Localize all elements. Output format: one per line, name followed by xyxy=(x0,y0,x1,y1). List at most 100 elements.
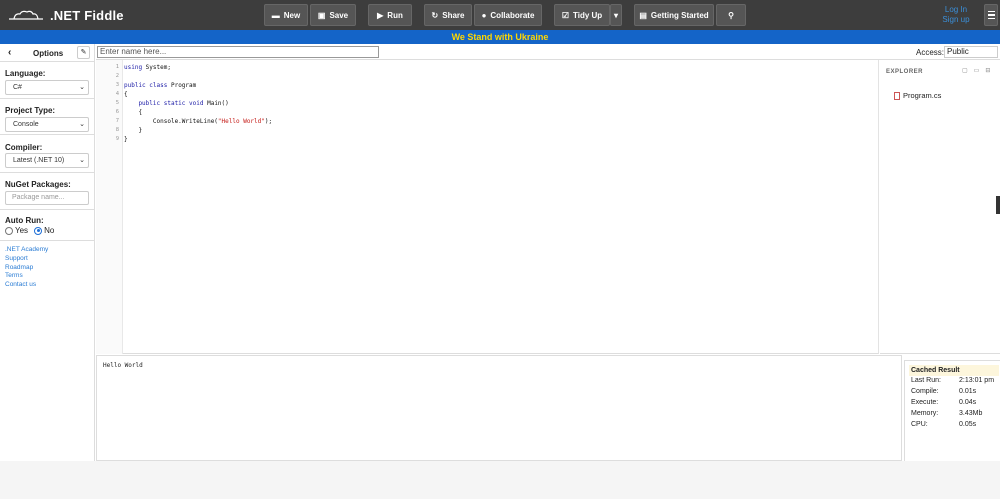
login-link[interactable]: Log In xyxy=(936,5,976,15)
explorer-actions: ▢ ▭ ⊟ xyxy=(962,67,990,74)
compiler-label: Compiler: xyxy=(5,143,43,152)
save-icon: ▣ xyxy=(317,10,326,20)
hamburger-icon xyxy=(987,10,995,13)
project-type-section: Project Type: Console ⌄ xyxy=(0,99,94,135)
compiler-value: Latest (.NET 10) xyxy=(13,157,65,164)
link-roadmap[interactable]: Roadmap xyxy=(5,264,48,273)
auto-run-yes-label: Yes xyxy=(15,226,29,235)
collapse-sidebar-icon[interactable]: ‹ xyxy=(8,47,11,58)
new-label: New xyxy=(283,10,301,20)
compiler-select[interactable]: Latest (.NET 10) ⌄ xyxy=(5,153,89,168)
new-file-icon[interactable]: ▢ xyxy=(962,67,968,74)
language-section: Language: C# ⌄ xyxy=(0,62,94,99)
code-line: Console.WriteLine("Hello World"); xyxy=(124,118,273,125)
chevron-down-icon: ⌄ xyxy=(79,157,85,164)
code-line: { xyxy=(124,91,128,98)
play-icon: ▶ xyxy=(377,10,384,20)
auto-run-label: Auto Run: xyxy=(5,216,44,225)
tidy-options-dropdown[interactable]: ▾ xyxy=(610,4,622,26)
line-number-gutter: 1 2 3 4 5 6 7 8 9 xyxy=(96,60,123,354)
code-line: public static void Main() xyxy=(124,100,229,107)
code-line: public class Program xyxy=(124,82,197,89)
code-line: } xyxy=(124,127,143,134)
sidebar-header: ‹ Options ✎ xyxy=(0,44,94,62)
app-title: .NET Fiddle xyxy=(50,7,124,23)
fiddle-name-input[interactable]: Enter name here... xyxy=(97,46,379,58)
search-icon: ⚲ xyxy=(728,10,734,20)
language-select[interactable]: C# ⌄ xyxy=(5,80,89,95)
compiler-section: Compiler: Latest (.NET 10) ⌄ xyxy=(0,135,94,173)
check-calendar-icon: ☑ xyxy=(561,10,569,20)
save-button[interactable]: ▣ Save xyxy=(310,4,356,26)
link-terms[interactable]: Terms xyxy=(5,272,48,281)
signup-link[interactable]: Sign up xyxy=(936,15,976,25)
new-file-icon: ▬ xyxy=(271,10,280,20)
code-line: using System; xyxy=(124,64,171,71)
getting-started-button[interactable]: ▤ Getting Started xyxy=(634,4,714,26)
chevron-down-icon: ⌄ xyxy=(79,84,85,91)
project-type-label: Project Type: xyxy=(5,106,56,115)
auto-run-yes-radio[interactable] xyxy=(5,226,13,235)
collaborate-label: Collaborate xyxy=(490,10,535,20)
sidebar-title: Options xyxy=(33,49,64,58)
menu-button[interactable] xyxy=(984,4,998,26)
run-stats-panel: Cached Result Last Run: 2:13:01 pm Compil… xyxy=(904,360,1000,461)
logo[interactable]: .NET Fiddle xyxy=(8,5,124,25)
search-button[interactable]: ⚲ xyxy=(716,4,746,26)
new-button[interactable]: ▬ New xyxy=(264,4,308,26)
run-button[interactable]: ▶ Run xyxy=(368,4,412,26)
explorer-title: EXPLORER xyxy=(886,69,924,75)
link-contact-us[interactable]: Contact us xyxy=(5,281,48,290)
chevron-down-icon: ⌄ xyxy=(79,121,85,128)
line-number: 5 xyxy=(115,100,119,106)
ukraine-banner[interactable]: We Stand with Ukraine xyxy=(0,30,1000,44)
getting-started-label: Getting Started xyxy=(650,10,709,20)
line-number: 8 xyxy=(115,127,119,133)
line-number: 4 xyxy=(115,91,119,97)
line-number: 1 xyxy=(115,64,119,70)
auto-run-no-label: No xyxy=(44,226,55,235)
page-footer xyxy=(0,461,1000,499)
line-number: 7 xyxy=(115,118,119,124)
collapse-icon[interactable]: ⊟ xyxy=(985,67,990,74)
line-number: 9 xyxy=(115,136,119,142)
options-sidebar: ‹ Options ✎ Language: C# ⌄ Project Type:… xyxy=(0,44,95,461)
auto-run-section xyxy=(0,209,94,241)
link-net-academy[interactable]: .NET Academy xyxy=(5,246,48,255)
nuget-label: NuGet Packages: xyxy=(5,180,71,189)
pin-icon[interactable]: ✎ xyxy=(77,46,90,59)
new-folder-icon[interactable]: ▭ xyxy=(974,67,980,74)
file-item-program-cs[interactable]: Program.cs xyxy=(894,91,941,100)
auto-run-no-radio[interactable] xyxy=(34,226,43,235)
link-support[interactable]: Support xyxy=(5,255,48,264)
share-icon: ↻ xyxy=(431,10,439,20)
hamburger-icon xyxy=(987,17,995,20)
nuget-section: NuGet Packages: Package name... xyxy=(0,173,94,210)
nuget-package-input[interactable]: Package name... xyxy=(5,191,89,205)
access-label: Access: xyxy=(916,48,945,57)
code-line: { xyxy=(124,109,143,116)
share-button[interactable]: ↻ Share xyxy=(424,4,472,26)
tidy-up-label: Tidy Up xyxy=(572,10,603,20)
project-type-value: Console xyxy=(13,121,39,128)
collaborate-button[interactable]: ● Collaborate xyxy=(474,4,542,26)
book-icon: ▤ xyxy=(639,10,647,20)
project-type-select[interactable]: Console ⌄ xyxy=(5,117,89,132)
save-label: Save xyxy=(329,10,349,20)
run-label: Run xyxy=(387,10,403,20)
line-number: 2 xyxy=(115,73,119,79)
access-select[interactable]: Public xyxy=(944,46,998,58)
csharp-file-icon xyxy=(894,91,900,100)
tidy-up-button[interactable]: ☑ Tidy Up xyxy=(554,4,610,26)
stats-title: Cached Result xyxy=(909,365,999,376)
code-editor[interactable]: 1 2 3 4 5 6 7 8 9 using System; public c… xyxy=(96,60,879,354)
language-value: C# xyxy=(13,84,22,91)
share-label: Share xyxy=(442,10,465,20)
caret-down-icon: ▾ xyxy=(613,10,618,20)
panel-resize-handle[interactable] xyxy=(996,196,1000,214)
console-output: Hello World xyxy=(103,362,143,369)
code-line: } xyxy=(124,136,128,143)
output-panel: Hello World xyxy=(96,355,902,461)
file-explorer: EXPLORER ▢ ▭ ⊟ Program.cs xyxy=(880,60,1000,354)
line-number: 6 xyxy=(115,109,119,115)
